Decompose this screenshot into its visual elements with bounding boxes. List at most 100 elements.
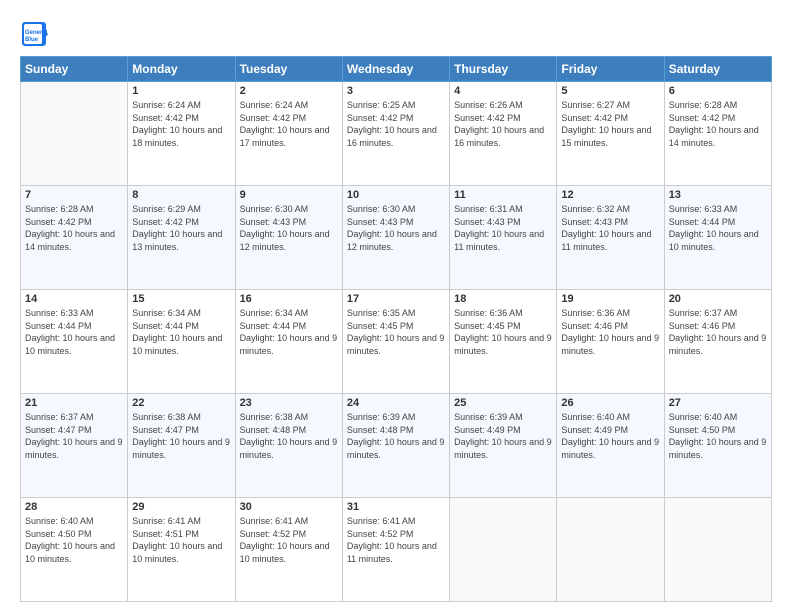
week-row-5: 28Sunrise: 6:40 AM Sunset: 4:50 PM Dayli… [21, 498, 772, 602]
day-info: Sunrise: 6:41 AM Sunset: 4:52 PM Dayligh… [240, 515, 338, 565]
day-cell: 24 Sunrise: 6:39 AM Sunset: 4:48 PM Dayli… [342, 394, 449, 498]
logo: General Blue [20, 20, 52, 48]
day-number: 30 [240, 501, 338, 513]
day-cell: 5 Sunrise: 6:27 AM Sunset: 4:42 PM Daylig… [557, 82, 664, 186]
day-cell: 30 Sunrise: 6:41 AM Sunset: 4:52 PM Dayli… [235, 498, 342, 602]
day-number: 6 [669, 85, 767, 97]
day-cell: 11 Sunrise: 6:31 AM Sunset: 4:43 PM Dayli… [450, 186, 557, 290]
day-info: Sunrise: 6:38 AM Sunset: 4:48 PM Dayligh… [240, 411, 338, 461]
day-info: Sunrise: 6:30 AM Sunset: 4:43 PM Dayligh… [347, 203, 445, 253]
day-info: Sunrise: 6:34 AM Sunset: 4:44 PM Dayligh… [240, 307, 338, 357]
day-info: Sunrise: 6:24 AM Sunset: 4:42 PM Dayligh… [132, 99, 230, 149]
day-info: Sunrise: 6:32 AM Sunset: 4:43 PM Dayligh… [561, 203, 659, 253]
weekday-monday: Monday [128, 57, 235, 82]
day-cell: 13 Sunrise: 6:33 AM Sunset: 4:44 PM Dayli… [664, 186, 771, 290]
day-cell: 3 Sunrise: 6:25 AM Sunset: 4:42 PM Daylig… [342, 82, 449, 186]
day-cell: 8Sunrise: 6:29 AM Sunset: 4:42 PM Daylig… [128, 186, 235, 290]
day-number: 3 [347, 85, 445, 97]
day-info: Sunrise: 6:39 AM Sunset: 4:48 PM Dayligh… [347, 411, 445, 461]
day-number: 21 [25, 397, 123, 409]
weekday-saturday: Saturday [664, 57, 771, 82]
day-number: 23 [240, 397, 338, 409]
day-cell: 31Sunrise: 6:41 AM Sunset: 4:52 PM Dayli… [342, 498, 449, 602]
day-number: 20 [669, 293, 767, 305]
day-cell: 6 Sunrise: 6:28 AM Sunset: 4:42 PM Daylig… [664, 82, 771, 186]
day-cell: 17 Sunrise: 6:35 AM Sunset: 4:45 PM Dayli… [342, 290, 449, 394]
day-info: Sunrise: 6:34 AM Sunset: 4:44 PM Dayligh… [132, 307, 230, 357]
header: General Blue [20, 16, 772, 48]
day-cell [21, 82, 128, 186]
day-cell: 23 Sunrise: 6:38 AM Sunset: 4:48 PM Dayli… [235, 394, 342, 498]
day-number: 27 [669, 397, 767, 409]
week-row-4: 21 Sunrise: 6:37 AM Sunset: 4:47 PM Dayli… [21, 394, 772, 498]
day-info: Sunrise: 6:33 AM Sunset: 4:44 PM Dayligh… [669, 203, 767, 253]
day-number: 9 [240, 189, 338, 201]
day-cell: 27 Sunrise: 6:40 AM Sunset: 4:50 PM Dayli… [664, 394, 771, 498]
svg-text:General: General [25, 30, 48, 36]
week-row-1: 1 Sunrise: 6:24 AM Sunset: 4:42 PM Daylig… [21, 82, 772, 186]
day-info: Sunrise: 6:40 AM Sunset: 4:50 PM Dayligh… [669, 411, 767, 461]
day-info: Sunrise: 6:26 AM Sunset: 4:42 PM Dayligh… [454, 99, 552, 149]
day-info: Sunrise: 6:40 AM Sunset: 4:50 PM Dayligh… [25, 515, 123, 565]
day-info: Sunrise: 6:40 AM Sunset: 4:49 PM Dayligh… [561, 411, 659, 461]
logo-icon: General Blue [20, 20, 48, 48]
day-info: Sunrise: 6:39 AM Sunset: 4:49 PM Dayligh… [454, 411, 552, 461]
day-cell: 10Sunrise: 6:30 AM Sunset: 4:43 PM Dayli… [342, 186, 449, 290]
day-number: 18 [454, 293, 552, 305]
day-cell: 7 Sunrise: 6:28 AM Sunset: 4:42 PM Daylig… [21, 186, 128, 290]
day-number: 16 [240, 293, 338, 305]
day-cell: 29Sunrise: 6:41 AM Sunset: 4:51 PM Dayli… [128, 498, 235, 602]
day-info: Sunrise: 6:31 AM Sunset: 4:43 PM Dayligh… [454, 203, 552, 253]
weekday-wednesday: Wednesday [342, 57, 449, 82]
day-info: Sunrise: 6:28 AM Sunset: 4:42 PM Dayligh… [25, 203, 123, 253]
day-number: 22 [132, 397, 230, 409]
day-number: 8 [132, 189, 230, 201]
day-info: Sunrise: 6:27 AM Sunset: 4:42 PM Dayligh… [561, 99, 659, 149]
calendar-table: SundayMondayTuesdayWednesdayThursdayFrid… [20, 56, 772, 602]
day-cell [450, 498, 557, 602]
day-cell: 21 Sunrise: 6:37 AM Sunset: 4:47 PM Dayli… [21, 394, 128, 498]
day-cell: 26 Sunrise: 6:40 AM Sunset: 4:49 PM Dayli… [557, 394, 664, 498]
day-number: 24 [347, 397, 445, 409]
day-info: Sunrise: 6:24 AM Sunset: 4:42 PM Dayligh… [240, 99, 338, 149]
day-number: 13 [669, 189, 767, 201]
day-info: Sunrise: 6:30 AM Sunset: 4:43 PM Dayligh… [240, 203, 338, 253]
weekday-sunday: Sunday [21, 57, 128, 82]
day-cell: 2 Sunrise: 6:24 AM Sunset: 4:42 PM Daylig… [235, 82, 342, 186]
day-number: 11 [454, 189, 552, 201]
day-cell: 18 Sunrise: 6:36 AM Sunset: 4:45 PM Dayli… [450, 290, 557, 394]
weekday-tuesday: Tuesday [235, 57, 342, 82]
day-number: 15 [132, 293, 230, 305]
day-info: Sunrise: 6:35 AM Sunset: 4:45 PM Dayligh… [347, 307, 445, 357]
day-cell: 1 Sunrise: 6:24 AM Sunset: 4:42 PM Daylig… [128, 82, 235, 186]
day-number: 2 [240, 85, 338, 97]
day-cell: 4 Sunrise: 6:26 AM Sunset: 4:42 PM Daylig… [450, 82, 557, 186]
weekday-header-row: SundayMondayTuesdayWednesdayThursdayFrid… [21, 57, 772, 82]
day-cell: 20 Sunrise: 6:37 AM Sunset: 4:46 PM Dayli… [664, 290, 771, 394]
svg-text:Blue: Blue [25, 37, 39, 43]
day-number: 31 [347, 501, 445, 513]
day-cell: 28Sunrise: 6:40 AM Sunset: 4:50 PM Dayli… [21, 498, 128, 602]
day-number: 17 [347, 293, 445, 305]
day-info: Sunrise: 6:36 AM Sunset: 4:45 PM Dayligh… [454, 307, 552, 357]
day-number: 1 [132, 85, 230, 97]
day-info: Sunrise: 6:33 AM Sunset: 4:44 PM Dayligh… [25, 307, 123, 357]
day-info: Sunrise: 6:36 AM Sunset: 4:46 PM Dayligh… [561, 307, 659, 357]
day-info: Sunrise: 6:37 AM Sunset: 4:46 PM Dayligh… [669, 307, 767, 357]
day-info: Sunrise: 6:28 AM Sunset: 4:42 PM Dayligh… [669, 99, 767, 149]
week-row-2: 7 Sunrise: 6:28 AM Sunset: 4:42 PM Daylig… [21, 186, 772, 290]
day-number: 19 [561, 293, 659, 305]
day-number: 5 [561, 85, 659, 97]
day-number: 26 [561, 397, 659, 409]
day-info: Sunrise: 6:37 AM Sunset: 4:47 PM Dayligh… [25, 411, 123, 461]
day-number: 7 [25, 189, 123, 201]
day-cell: 19 Sunrise: 6:36 AM Sunset: 4:46 PM Dayli… [557, 290, 664, 394]
day-number: 4 [454, 85, 552, 97]
day-cell: 22Sunrise: 6:38 AM Sunset: 4:47 PM Dayli… [128, 394, 235, 498]
day-cell [664, 498, 771, 602]
day-number: 14 [25, 293, 123, 305]
weekday-thursday: Thursday [450, 57, 557, 82]
day-info: Sunrise: 6:41 AM Sunset: 4:51 PM Dayligh… [132, 515, 230, 565]
calendar-page: General Blue SundayMondayTuesdayWednesda… [0, 0, 792, 612]
day-info: Sunrise: 6:25 AM Sunset: 4:42 PM Dayligh… [347, 99, 445, 149]
